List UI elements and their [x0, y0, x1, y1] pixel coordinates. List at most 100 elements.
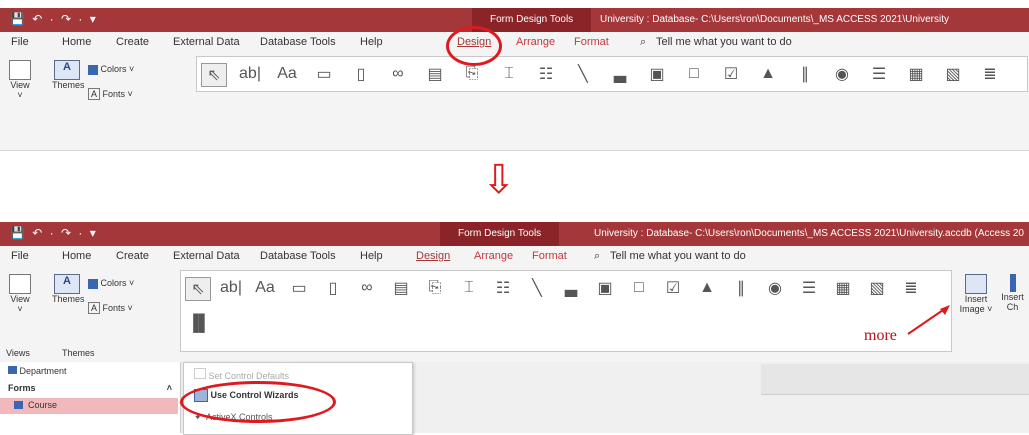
form-control-icon[interactable]: ∥	[729, 277, 753, 299]
menu-file[interactable]: File	[11, 250, 29, 262]
form-control-icon[interactable]: ◉	[830, 63, 854, 85]
menu-arrange[interactable]: Arrange	[474, 250, 513, 262]
form-control-icon[interactable]: ☰	[867, 63, 891, 85]
themes-label: Themes	[52, 294, 85, 304]
form-control-icon[interactable]: ╲	[525, 277, 549, 299]
table-icon	[8, 366, 17, 374]
nav-item-course[interactable]: Course	[0, 398, 178, 414]
menu-file[interactable]: File	[11, 36, 29, 48]
form-control-icon[interactable]: ▭	[312, 63, 336, 85]
nav-section-forms[interactable]: Forms ˄	[8, 383, 176, 393]
fonts-button[interactable]: A Fonts ˅	[88, 88, 133, 100]
form-control-icon[interactable]: ▃	[559, 277, 583, 299]
tell-me-box[interactable]: Tell me what you want to do	[656, 36, 792, 48]
nav-item-department[interactable]: Department	[8, 366, 67, 376]
form-control-icon[interactable]: ∞	[355, 277, 379, 299]
highlight-circle-wizards	[180, 381, 336, 423]
menu-item-set-control-defaults[interactable]: Set Control Defaults	[194, 368, 289, 381]
form-control-icon[interactable]: ▦	[831, 277, 855, 299]
form-control-icon[interactable]: Aa	[275, 63, 299, 85]
controls-gallery-top: ⇖ ab| Aa ▭ ▯ ∞ ▤ ⎘ ⌶ ☷ ╲ ▃ ▣ □ ☑ ▲ ∥ ◉ ☰ ▦ ▧ ≣	[196, 56, 1028, 92]
chart-icon	[1009, 274, 1016, 292]
more-annotation: more	[864, 327, 897, 344]
form-control-icon[interactable]: ▣	[593, 277, 617, 299]
form-control-icon[interactable]: ▧	[941, 63, 965, 85]
menu-arrange[interactable]: Arrange	[516, 36, 555, 48]
form-control-icon[interactable]: ab|	[219, 277, 243, 299]
controls-row-top: ⇖ ab| Aa ▭ ▯ ∞ ▤ ⎘ ⌶ ☷ ╲ ▃ ▣ □ ☑ ▲ ∥ ◉ ☰ ▦ ▧ ≣	[201, 57, 1021, 91]
form-control-icon[interactable]: ⇖	[185, 277, 211, 301]
colors-button[interactable]: Colors ˅	[88, 64, 134, 75]
web-browser-control-icon[interactable]: ▐▌	[187, 313, 211, 335]
view-button[interactable]: View ˅	[8, 274, 32, 314]
form-control-icon[interactable]: ≣	[978, 63, 1002, 85]
search-icon: ⌕	[640, 36, 647, 48]
form-control-icon[interactable]: ☷	[534, 63, 558, 85]
form-control-icon[interactable]: ≣	[899, 277, 923, 299]
views-group-label: Views	[6, 348, 30, 358]
form-control-icon[interactable]: ▣	[645, 63, 669, 85]
form-control-icon[interactable]: ▤	[423, 63, 447, 85]
form-control-icon[interactable]: ⎘	[460, 63, 484, 85]
quick-access-toolbar[interactable]: 💾 ↶ · ↷ · ▾	[10, 12, 98, 26]
menu-design[interactable]: Design	[416, 250, 450, 262]
form-control-icon[interactable]: ☑	[661, 277, 685, 299]
insert-image-button[interactable]: Insert Image ˅	[958, 274, 994, 314]
view-button[interactable]: View ˅	[8, 60, 32, 100]
colors-button[interactable]: Colors ˅	[88, 278, 134, 289]
colors-icon	[88, 278, 98, 289]
form-control-icon[interactable]: ▃	[608, 63, 632, 85]
defaults-icon	[194, 368, 206, 379]
form-control-icon[interactable]: ⌶	[457, 277, 481, 299]
form-control-icon[interactable]: ▲	[695, 277, 719, 299]
themes-button[interactable]: A Themes	[52, 60, 85, 90]
themes-icon: A	[54, 60, 80, 80]
menu-database-tools[interactable]: Database Tools	[260, 36, 336, 48]
fonts-button[interactable]: A Fonts ˅	[88, 302, 133, 314]
form-control-icon[interactable]: □	[627, 277, 651, 299]
form-control-icon[interactable]: ☑	[719, 63, 743, 85]
form-control-icon[interactable]: ▧	[865, 277, 889, 299]
form-control-icon[interactable]: ☰	[797, 277, 821, 299]
tell-me-box[interactable]: Tell me what you want to do	[610, 250, 746, 262]
menu-home[interactable]: Home	[62, 36, 91, 48]
controls-gallery-expanded: ⇖ ab| Aa ▭ ▯ ∞ ▤ ⎘ ⌶ ☷ ╲ ▃ ▣ □ ☑ ▲ ∥ ◉ ☰ ▦ ▧ ≣ ▐▌	[180, 270, 952, 352]
menu-home[interactable]: Home	[62, 250, 91, 262]
form-control-icon[interactable]: ☷	[491, 277, 515, 299]
menu-database-tools[interactable]: Database Tools	[260, 250, 336, 262]
form-control-icon[interactable]: ▯	[349, 63, 373, 85]
form-control-icon[interactable]: Aa	[253, 277, 277, 299]
form-control-icon[interactable]: ▤	[389, 277, 413, 299]
form-control-icon[interactable]: ▯	[321, 277, 345, 299]
form-control-icon[interactable]: □	[682, 63, 706, 85]
form-control-icon[interactable]: ◉	[763, 277, 787, 299]
quick-access-toolbar[interactable]: 💾 ↶ · ↷ · ▾	[10, 226, 98, 240]
form-control-icon[interactable]: ⎘	[423, 277, 447, 299]
menu-create[interactable]: Create	[116, 250, 149, 262]
nav-item-label: Department	[19, 366, 67, 376]
form-control-icon[interactable]: ∥	[793, 63, 817, 85]
menu-external-data[interactable]: External Data	[173, 36, 240, 48]
fonts-label: Fonts ˅	[102, 89, 133, 99]
form-control-icon[interactable]: ⇖	[201, 63, 227, 87]
design-surface-header	[761, 364, 1029, 395]
form-control-icon[interactable]: ∞	[386, 63, 410, 85]
form-control-icon[interactable]: ▲	[756, 63, 780, 85]
form-control-icon[interactable]: ╲	[571, 63, 595, 85]
navigation-pane: Department Forms ˄ Course	[0, 362, 181, 433]
form-control-icon[interactable]: ▦	[904, 63, 928, 85]
menu-help[interactable]: Help	[360, 36, 383, 48]
themes-button[interactable]: A Themes	[52, 274, 85, 304]
ribbon-bottom: View ˅ A Themes Colors ˅ A Fonts ˅ Views…	[0, 268, 1029, 363]
menu-format[interactable]: Format	[532, 250, 567, 262]
menu-bar-top: File Home Create External Data Database …	[0, 32, 1029, 54]
menu-create[interactable]: Create	[116, 36, 149, 48]
menu-help[interactable]: Help	[360, 250, 383, 262]
insert-chart-button[interactable]: Insert Ch	[996, 274, 1029, 312]
menu-format[interactable]: Format	[574, 36, 609, 48]
form-control-icon[interactable]: ▭	[287, 277, 311, 299]
form-control-icon[interactable]: ab|	[238, 63, 262, 85]
form-control-icon[interactable]: ⌶	[497, 63, 521, 85]
menu-external-data[interactable]: External Data	[173, 250, 240, 262]
nav-section-label: Forms	[8, 383, 36, 393]
